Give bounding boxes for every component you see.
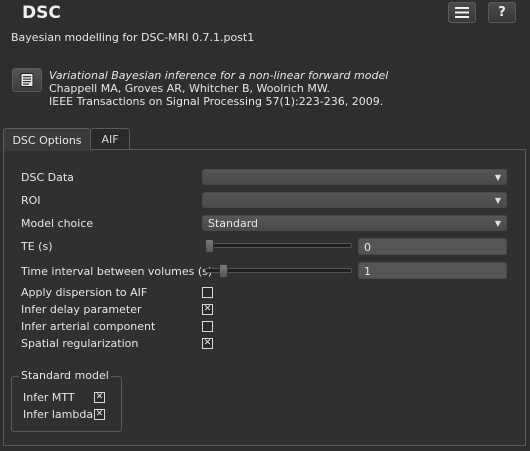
standard-model-group	[11, 376, 122, 432]
te-label: TE (s)	[21, 240, 53, 253]
menu-button[interactable]	[448, 2, 476, 23]
model-choice-dropdown[interactable]: Standard ▼	[202, 215, 507, 231]
dsc-data-label: DSC Data	[21, 171, 74, 184]
infer-delay-label: Infer delay parameter	[21, 303, 142, 316]
te-slider-handle[interactable]	[205, 239, 214, 253]
apply-dispersion-checkbox[interactable]	[202, 287, 213, 298]
time-interval-label: Time interval between volumes (s)	[21, 265, 213, 278]
plugin-title: DSC	[22, 3, 61, 23]
infer-lambda-label: Infer lambda	[23, 408, 94, 421]
infer-delay-checkbox[interactable]: ✕	[202, 304, 213, 315]
te-input[interactable]: 0	[358, 238, 507, 255]
spatial-regularization-label: Spatial regularization	[21, 337, 139, 350]
dsc-data-dropdown[interactable]: ▼	[202, 169, 507, 185]
document-icon	[20, 73, 34, 87]
roi-dropdown[interactable]: ▼	[202, 192, 507, 208]
citation-button[interactable]	[12, 68, 42, 92]
tab-dsc-options[interactable]: DSC Options	[3, 128, 91, 151]
infer-arterial-checkbox[interactable]	[202, 321, 213, 332]
chevron-down-icon: ▼	[494, 196, 501, 205]
infer-arterial-label: Infer arterial component	[21, 320, 156, 333]
tab-aif[interactable]: AIF	[90, 128, 130, 150]
roi-label: ROI	[21, 194, 41, 207]
time-interval-slider-handle[interactable]	[218, 264, 228, 278]
model-choice-value: Standard	[208, 217, 259, 230]
model-choice-label: Model choice	[21, 217, 94, 230]
chevron-down-icon: ▼	[494, 173, 501, 182]
time-interval-input[interactable]: 1	[358, 262, 507, 279]
citation-text: Variational Bayesian inference for a non…	[49, 69, 388, 108]
chevron-down-icon: ▼	[494, 219, 501, 228]
citation-authors: Chappell MA, Groves AR, Whitcher B, Wool…	[49, 82, 330, 95]
help-button[interactable]: ?	[488, 2, 516, 23]
apply-dispersion-label: Apply dispersion to AIF	[21, 286, 148, 299]
infer-lambda-checkbox[interactable]: ✕	[94, 409, 105, 420]
plugin-subtitle: Bayesian modelling for DSC-MRI 0.7.1.pos…	[11, 31, 255, 44]
citation-journal: IEEE Transactions on Signal Processing 5…	[49, 95, 384, 108]
hamburger-menu-icon	[455, 7, 469, 18]
citation-title: Variational Bayesian inference for a non…	[49, 69, 389, 82]
infer-mtt-checkbox[interactable]: ✕	[94, 392, 105, 403]
standard-model-title: Standard model	[19, 369, 111, 382]
infer-mtt-label: Infer MTT	[23, 391, 75, 404]
spatial-regularization-checkbox[interactable]: ✕	[202, 338, 213, 349]
te-slider-track[interactable]	[205, 243, 352, 248]
